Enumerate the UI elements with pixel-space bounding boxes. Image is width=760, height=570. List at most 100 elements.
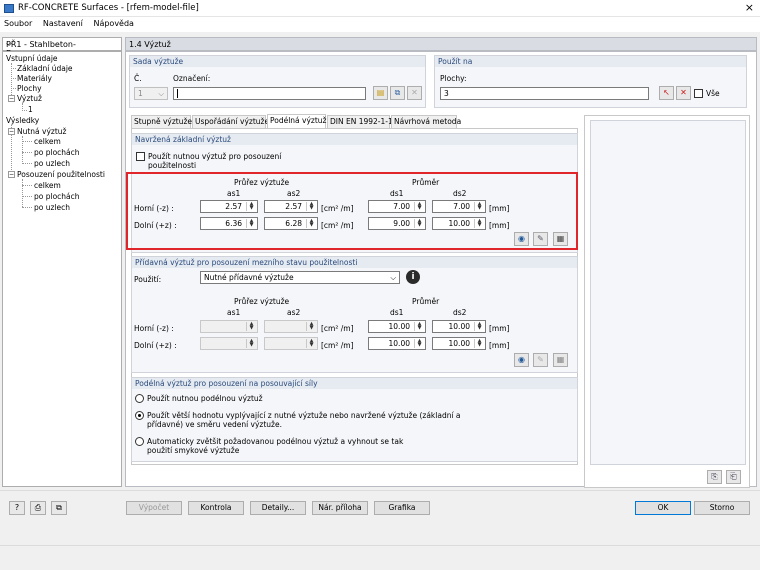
spinner-icon[interactable]: ▲ ▼ (474, 219, 484, 228)
spinner-icon[interactable]: ▲ ▼ (474, 339, 484, 348)
tree-materialy[interactable]: Materiály (17, 74, 52, 83)
pouzit-nutnou-checkbox[interactable] (136, 152, 145, 161)
table-icon[interactable]: ▦ (553, 353, 568, 367)
table-icon[interactable]: ▦ (553, 232, 568, 246)
view-icon[interactable]: ◉ (514, 232, 529, 246)
opt-vetsi-radio[interactable] (135, 411, 144, 420)
opt-nutna-radio[interactable] (135, 394, 144, 403)
collapse-icon[interactable]: − (8, 128, 15, 135)
tree-posouzeni-po-uzlech[interactable]: po uzlech (34, 203, 70, 212)
plochy-label: Plochy: (440, 74, 467, 83)
spinner-icon[interactable]: ▲ ▼ (474, 322, 484, 331)
spinner-icon[interactable]: ▲ ▼ (246, 202, 256, 211)
grafika-button[interactable]: Grafika (374, 501, 430, 515)
unit-mm: [mm] (489, 204, 510, 213)
import-icon[interactable]: ⎗ (726, 470, 741, 484)
tab-usporadani-vyztuze[interactable]: Uspořádání výztuže (192, 115, 269, 128)
tree-posouzeni-pouzitelnosti[interactable]: Posouzení použitelnosti (17, 170, 105, 179)
tree-posouzeni-po-plochach[interactable]: po plochách (34, 192, 80, 201)
spinner-icon[interactable]: ▲ ▼ (414, 322, 424, 331)
tree-vstupni-udaje[interactable]: Vstupní údaje (6, 54, 58, 63)
dolni-label-2: Dolní (+z) : (134, 341, 177, 350)
horni-as2-input[interactable]: 2.57 ▲ ▼ (264, 200, 318, 213)
print-icon[interactable]: ⎙ (30, 501, 46, 515)
tree-nutna-vyztuz[interactable]: Nutná výztuž (17, 127, 66, 136)
tree-nutna-po-uzlech[interactable]: po uzlech (34, 159, 70, 168)
pridavna-dolni-ds2-value: 10.00 (448, 339, 470, 348)
dolni-label: Dolní (+z) : (134, 221, 177, 230)
oznaceni-input[interactable] (173, 87, 366, 100)
spinner-icon[interactable]: ▲ ▼ (414, 219, 424, 228)
collapse-icon[interactable]: − (8, 171, 15, 178)
menu-napoveda[interactable]: Nápověda (89, 17, 138, 30)
plochy-input[interactable]: 3 (440, 87, 649, 100)
open-folder-icon[interactable]: ▤ (373, 86, 388, 100)
as1-header-2: as1 (227, 308, 241, 317)
dolni-ds1-input[interactable]: 9.00 ▲ ▼ (368, 217, 426, 230)
ds1-header-2: ds1 (390, 308, 404, 317)
info-icon[interactable]: i (406, 270, 420, 284)
tree-vyztuz[interactable]: Výztuž (17, 94, 42, 103)
kontrola-button[interactable]: Kontrola (188, 501, 244, 515)
opt-auto-radio[interactable] (135, 437, 144, 446)
export-icon[interactable]: ⎘ (707, 470, 722, 484)
bottom-toolbar: ? ⎙ ⧉ Výpočet Kontrola Detaily... Nár. p… (0, 490, 760, 522)
spinner-icon[interactable]: ▲ ▼ (414, 339, 424, 348)
pouziti-select[interactable]: Nutné přídavné výztuže ⌵ (200, 271, 400, 284)
view-icon[interactable]: ◉ (514, 353, 529, 367)
tree-vyztuz-1[interactable]: 1 (28, 105, 33, 114)
spinner-icon[interactable]: ▲ ▼ (306, 202, 316, 211)
horni-ds1-input[interactable]: 7.00 ▲ ▼ (368, 200, 426, 213)
dolni-ds2-input[interactable]: 10.00 ▲ ▼ (432, 217, 486, 230)
menu-soubor[interactable]: Soubor (0, 17, 36, 30)
tab-din-en[interactable]: DIN EN 1992-1-1 (327, 115, 393, 128)
close-button[interactable]: × (745, 1, 754, 14)
tree-posouzeni-celkem[interactable]: celkem (34, 181, 61, 190)
tree-nutna-celkem[interactable]: celkem (34, 137, 61, 146)
spinner-icon[interactable]: ▲ ▼ (246, 219, 256, 228)
horni-as2-value: 2.57 (285, 202, 302, 211)
tree-plochy[interactable]: Plochy (17, 84, 42, 93)
pridavna-dolni-ds1-input[interactable]: 10.00 ▲ ▼ (368, 337, 426, 350)
tree-nutna-po-plochach[interactable]: po plochách (34, 148, 80, 157)
tab-stupne-vyztuze[interactable]: Stupně výztuže (131, 115, 192, 128)
pridavna-dolni-ds1-value: 10.00 (388, 339, 410, 348)
pridavna-horni-ds1-input[interactable]: 10.00 ▲ ▼ (368, 320, 426, 333)
select-surface-icon[interactable]: ↖ (659, 86, 674, 100)
dolni-as2-input[interactable]: 6.28 ▲ ▼ (264, 217, 318, 230)
as2-header: as2 (287, 189, 301, 198)
spinner-icon[interactable]: ▲ ▼ (306, 219, 316, 228)
storno-button[interactable]: Storno (694, 501, 750, 515)
delete-set-icon[interactable]: ✕ (407, 86, 422, 100)
pouzit-nutnou-label-2: použitelnosti (148, 161, 197, 170)
spinner-icon[interactable]: ▲ ▼ (414, 202, 424, 211)
nar-priloha-button[interactable]: Nár. příloha (312, 501, 368, 515)
as2-header-2: as2 (287, 308, 301, 317)
pridavna-dolni-ds2-input[interactable]: 10.00 ▲ ▼ (432, 337, 486, 350)
tab-navrhova-metoda[interactable]: Návrhová metoda (391, 115, 461, 128)
opt-auto-label-1: Automaticky zvětšit požadovanou podélnou… (147, 437, 404, 446)
graphic-window-icon[interactable]: ⧉ (51, 501, 67, 515)
tab-podelna-vyztuz[interactable]: Podélná výztuž (267, 114, 326, 128)
tree-zakladni-udaje[interactable]: Základní údaje (17, 64, 73, 73)
dolni-as1-input[interactable]: 6.36 ▲ ▼ (200, 217, 258, 230)
pridavna-horni-ds2-input[interactable]: 10.00 ▲ ▼ (432, 320, 486, 333)
ok-button[interactable]: OK (635, 501, 691, 515)
vse-checkbox[interactable] (694, 89, 703, 98)
clear-icon[interactable]: ✕ (676, 86, 691, 100)
edit-pen-icon[interactable]: ✎ (533, 232, 548, 246)
collapse-icon[interactable]: − (8, 95, 15, 102)
ds2-header: ds2 (453, 189, 467, 198)
dolni-ds1-value: 9.00 (393, 219, 410, 228)
case-select[interactable]: PŘ1 - Stahlbeton-Bemessung ⌵ (2, 37, 122, 58)
horni-as1-input[interactable]: 2.57 ▲ ▼ (200, 200, 258, 213)
tree-vysledky[interactable]: Výsledky (6, 116, 39, 125)
spinner-icon[interactable]: ▲ ▼ (474, 202, 484, 211)
menu-nastaveni[interactable]: Nastavení (39, 17, 87, 30)
pridavna-vyztuz-title: Přídavná výztuž pro posouzení mezního st… (132, 257, 577, 268)
horni-ds2-input[interactable]: 7.00 ▲ ▼ (432, 200, 486, 213)
cislo-select[interactable]: 1 ⌵ (134, 87, 168, 100)
copy-set-icon[interactable]: ⧉ (390, 86, 405, 100)
help-icon[interactable]: ? (9, 501, 25, 515)
detaily-button[interactable]: Detaily... (250, 501, 306, 515)
